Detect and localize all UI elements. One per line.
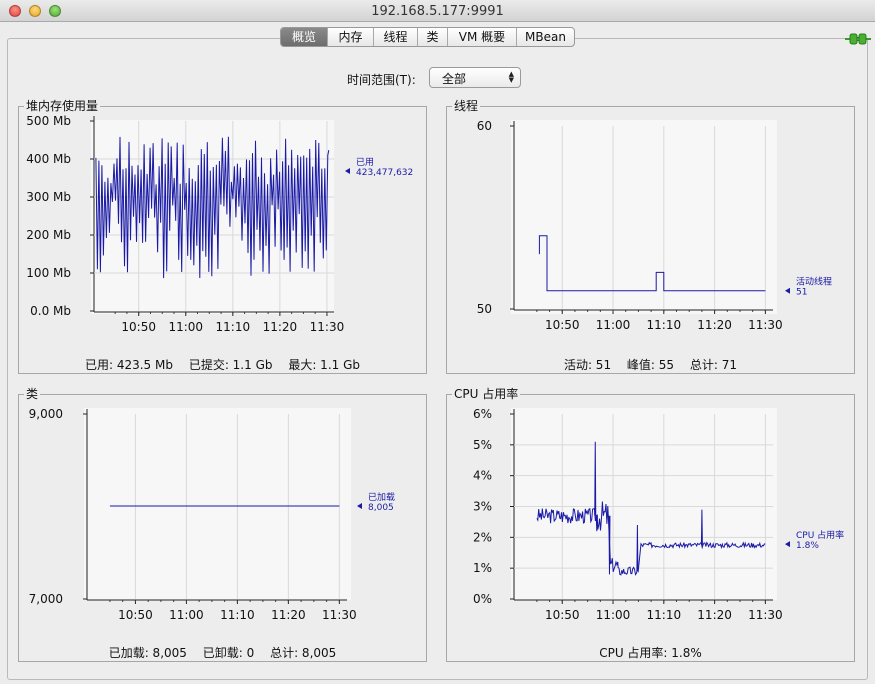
window-titlebar: 192.168.5.177:9991 xyxy=(0,0,875,22)
x-tick-label: 11:30 xyxy=(748,608,783,622)
x-tick-label: 10:50 xyxy=(118,608,153,622)
time-range-label: 时间范围(T): xyxy=(347,73,416,87)
y-tick-label: 400 Mb xyxy=(26,152,71,166)
series-name-label: 已用 xyxy=(356,157,374,168)
series-line-cpu xyxy=(536,501,766,576)
cpu-usage-text: CPU 占用率: 1.8% xyxy=(599,646,702,660)
y-tick-label: 60 xyxy=(477,119,492,133)
y-tick-label: 9,000 xyxy=(29,407,63,421)
cpu-chart: 10:50 11:00 11:10 11:20 11:30 0% 1% 2% 3% 4% 5% 6% C… xyxy=(473,407,844,622)
x-tick-label: 11:30 xyxy=(310,320,345,334)
threads-peak-text: 峰值: 55 xyxy=(626,358,675,372)
heap-used-text: 已用: 423.5 Mb xyxy=(84,358,173,372)
x-tick-label: 11:10 xyxy=(647,318,682,332)
tab-vm-summary[interactable]: VM 概要 xyxy=(447,28,516,46)
y-tick-label: 1% xyxy=(473,561,492,575)
x-tick-label: 11:10 xyxy=(647,608,682,622)
x-tick-label: 11:20 xyxy=(697,608,732,622)
x-tick-label: 11:30 xyxy=(322,608,357,622)
y-tick-label: 0% xyxy=(473,592,492,606)
tab-threads[interactable]: 线程 xyxy=(373,28,417,46)
y-tick-label: 0.0 Mb xyxy=(30,304,71,318)
value-marker-icon xyxy=(785,287,790,294)
series-spike xyxy=(608,515,611,575)
series-spike xyxy=(594,441,597,516)
y-tick-label: 200 Mb xyxy=(26,228,71,242)
x-tick-label: 10:50 xyxy=(121,320,156,334)
series-line-heap xyxy=(95,136,330,279)
y-tick-label: 50 xyxy=(477,302,492,316)
series-name-label: 活动线程 xyxy=(796,276,832,288)
heap-memory-panel: 堆内存使用量 10:50 11:00 11:10 11:20 11:30 0.0 Mb 10… xyxy=(18,99,427,374)
series-line-threads xyxy=(538,235,766,292)
classes-loaded-text: 已加载: 8,005 xyxy=(108,646,187,660)
threads-panel: 线程 10:50 11:00 11:10 11:20 11:30 50 60 活动线程 51 活… xyxy=(446,99,855,374)
classes-unloaded-text: 已卸载: 0 xyxy=(202,646,255,660)
threads-total-text: 总计: 71 xyxy=(689,358,738,372)
x-tick-label: 11:10 xyxy=(216,320,251,334)
series-spike xyxy=(700,509,703,546)
time-range-select[interactable]: 全部 ▲ ▼ xyxy=(429,67,521,88)
y-tick-label: 3% xyxy=(473,500,492,514)
series-spike xyxy=(636,524,639,572)
series-value-label: 423,477,632 xyxy=(356,168,413,178)
x-tick-label: 10:50 xyxy=(545,608,580,622)
time-range-value: 全部 xyxy=(442,72,467,86)
threads-live-text: 活动: 51 xyxy=(563,358,612,372)
heap-summary: 已用: 423.5 Mb 已提交: 1.1 Gb 最大: 1.1 Gb xyxy=(19,356,426,373)
value-marker-icon xyxy=(345,168,350,174)
y-tick-label: 4% xyxy=(473,469,492,483)
classes-summary: 已加载: 8,005 已卸载: 0 总计: 8,005 xyxy=(19,644,426,661)
series-name-label: CPU 占用率 xyxy=(796,529,844,541)
x-tick-label: 11:00 xyxy=(169,608,204,622)
connection-plug-icon[interactable] xyxy=(845,33,871,45)
x-tick-label: 11:10 xyxy=(220,608,255,622)
x-tick-label: 11:20 xyxy=(263,320,298,334)
y-tick-label: 100 Mb xyxy=(26,266,71,280)
y-tick-label: 7,000 xyxy=(29,592,63,606)
classes-chart: 10:50 11:00 11:10 11:20 11:30 7,000 9,000 已加载8,… xyxy=(29,407,395,622)
cpu-summary: CPU 占用率: 1.8% xyxy=(447,644,854,661)
x-tick-label: 11:20 xyxy=(697,318,732,332)
x-tick-label: 11:00 xyxy=(168,320,203,334)
series-value-label: 51 xyxy=(796,288,807,298)
tab-overview[interactable]: 概览 xyxy=(281,28,327,46)
tab-bar: 概览 内存 线程 类 VM 概要 MBean xyxy=(280,27,575,47)
x-tick-label: 11:00 xyxy=(596,608,631,622)
x-tick-label: 10:50 xyxy=(545,318,580,332)
tab-memory[interactable]: 内存 xyxy=(327,28,373,46)
classes-total-text: 总计: 8,005 xyxy=(270,646,337,660)
y-tick-label: 6% xyxy=(473,407,492,421)
threads-summary: 活动: 51 峰值: 55 总计: 71 xyxy=(447,356,854,373)
y-tick-label: 2% xyxy=(473,530,492,544)
heap-max-text: 最大: 1.1 Gb xyxy=(288,358,361,372)
value-marker-icon xyxy=(357,503,362,510)
chevron-up-down-icon: ▲ ▼ xyxy=(508,70,514,84)
heap-chart: 10:50 11:00 11:10 11:20 11:30 0.0 Mb 100 Mb 200… xyxy=(26,114,413,334)
threads-chart: 10:50 11:00 11:10 11:20 11:30 50 60 活动线程51 xyxy=(477,119,832,332)
x-tick-label: 11:00 xyxy=(596,318,631,332)
y-tick-label: 300 Mb xyxy=(26,190,71,204)
series-value-label: 1.8% xyxy=(796,541,819,551)
value-marker-icon xyxy=(785,541,790,548)
series-value-label: 8,005 xyxy=(368,503,394,513)
y-tick-label: 500 Mb xyxy=(26,114,71,128)
cpu-panel: CPU 占用率 10:50 11:00 11:10 11:20 11:30 0% 1% 2% 3… xyxy=(446,387,855,662)
series-name-label: 已加载 xyxy=(368,491,395,503)
classes-panel: 类 10:50 11:00 11:10 11:20 11:30 7,000 9,000 已加载… xyxy=(18,387,427,662)
tab-classes[interactable]: 类 xyxy=(417,28,447,46)
x-tick-label: 11:30 xyxy=(748,318,783,332)
window-title: 192.168.5.177:9991 xyxy=(371,4,504,19)
x-tick-label: 11:20 xyxy=(271,608,306,622)
series-spike xyxy=(595,515,598,532)
tab-mbeans[interactable]: MBean xyxy=(516,28,574,46)
y-tick-label: 5% xyxy=(473,438,492,452)
heap-committed-text: 已提交: 1.1 Gb xyxy=(188,358,273,372)
